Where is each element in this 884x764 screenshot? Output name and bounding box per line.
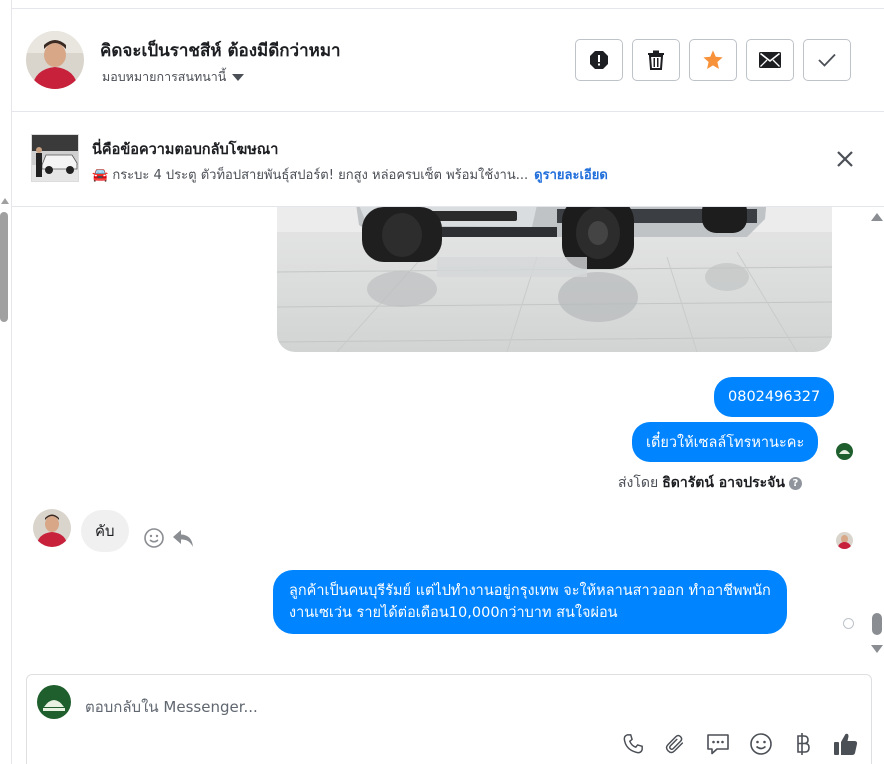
mark-spam-button[interactable] [575,39,623,81]
delete-button[interactable] [632,39,680,81]
sent-by-name[interactable]: ธิดารัตน์ อาจประจัน [662,472,785,494]
outgoing-message-customer-info[interactable]: ลูกค้าเป็นคนบุรีรัมย์ แต่ไปทำงานอยู่กรุง… [273,570,787,634]
spam-icon [590,51,608,69]
react-button[interactable] [143,527,165,549]
saved-replies-button[interactable] [705,731,731,757]
close-icon [837,151,853,167]
payment-button[interactable] [790,731,816,757]
envelope-icon [759,52,781,68]
star-button[interactable] [689,39,737,81]
trash-icon [648,50,664,70]
paperclip-icon [665,734,684,754]
emoji-button[interactable] [748,731,774,757]
call-button[interactable] [620,731,646,757]
conversation-header: คิดจะเป็นราชสีห์ ต้องมีดีกว่าหมา มอบหมาย… [12,8,884,112]
check-icon [818,53,836,67]
message-text: คับ [95,522,115,540]
sender-avatar[interactable] [33,509,71,547]
sent-by-line: ส่งโดย ธิดารัตน์ อาจประจัน ? [618,472,802,494]
ad-car-photo[interactable] [277,207,832,352]
contact-name: คิดจะเป็นราชสีห์ ต้องมีดีกว่าหมา [100,41,341,61]
sent-status-icon [843,618,854,629]
scroll-up-arrow-icon[interactable] [871,213,883,221]
like-button[interactable] [833,731,859,757]
seen-avatar-page [836,443,853,460]
mark-unread-button[interactable] [746,39,794,81]
ad-description: 🚘 กระบะ 4 ประตู ตัวท็อปสายพันธุ์สปอร์ต! … [92,168,529,183]
scrollbar-thumb[interactable] [0,212,8,322]
message-text-line-2: งานเซเว่น รายได้ต่อเดือน10,000กว่าบาท สน… [289,605,618,621]
scroll-down-arrow-icon[interactable] [871,645,883,653]
contact-avatar[interactable] [26,31,84,89]
message-thread[interactable]: 0802496327 เดี๋ยวให้เซลล์โทรหานะคะ ส่งโด… [12,207,884,657]
thumbs-up-icon [834,733,858,755]
message-input[interactable]: ตอบกลับใน Messenger... [85,695,258,719]
seen-avatar-contact [836,532,853,549]
incoming-message[interactable]: คับ [81,510,129,552]
saved-replies-icon [707,734,729,755]
close-ad-button[interactable] [834,148,856,170]
outgoing-message-phone[interactable]: 0802496327 [714,377,835,417]
star-icon [703,50,723,69]
ad-title: นี่คือข้อความตอบกลับโฆษณา [92,142,279,158]
emoji-icon [144,528,164,548]
thread-scrollbar[interactable] [870,207,884,657]
message-text-line-1: ลูกค้าเป็นคนบุรีรัมย์ แต่ไปทำงานอยู่กรุง… [289,583,771,599]
assign-label: มอบหมายการสนทนานี้ [102,69,227,84]
caret-down-icon [232,73,245,81]
assign-conversation-dropdown[interactable]: มอบหมายการสนทนานี้ [102,67,245,87]
left-scrollbar[interactable] [0,0,12,764]
message-text: เดี๋ยวให้เซลล์โทรหานะคะ [646,434,805,451]
sent-by-prefix: ส่งโดย [618,475,659,491]
reply-composer[interactable]: ตอบกลับใน Messenger... [26,674,872,764]
reply-button[interactable] [171,527,195,549]
attach-button[interactable] [662,731,688,757]
scroll-up-arrow-icon[interactable] [1,198,9,204]
phone-icon [623,734,643,754]
help-icon[interactable]: ? [788,476,802,490]
baht-icon [797,733,810,755]
outgoing-message-sales-call[interactable]: เดี๋ยวให้เซลล์โทรหานะคะ [632,422,819,462]
reply-arrow-icon [173,530,193,547]
ad-description-row: 🚘 กระบะ 4 ประตู ตัวท็อปสายพันธุ์สปอร์ต! … [92,164,608,185]
scrollbar-thumb[interactable] [872,613,882,635]
message-text: 0802496327 [728,389,821,405]
emoji-icon [750,733,772,755]
ad-reply-banner: นี่คือข้อความตอบกลับโฆษณา 🚘 กระบะ 4 ประต… [12,112,884,207]
mark-done-button[interactable] [803,39,851,81]
view-details-link[interactable]: ดูรายละเอียด [534,168,608,183]
page-avatar [37,685,71,719]
ad-thumbnail[interactable] [31,134,79,182]
